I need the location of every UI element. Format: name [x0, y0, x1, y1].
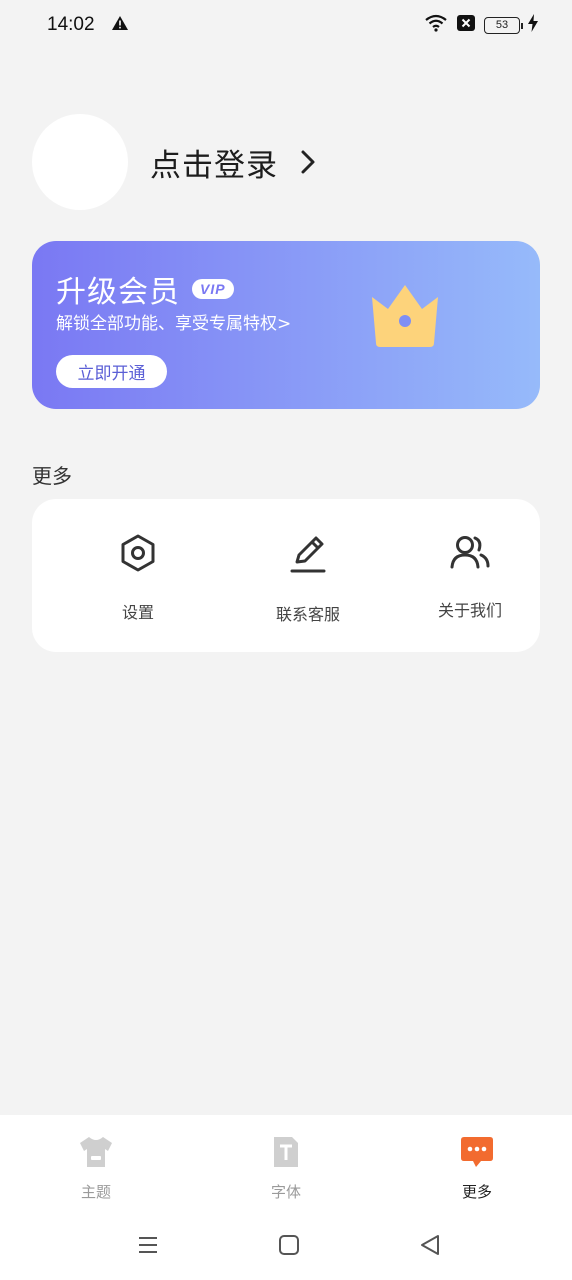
status-time: 14:02	[47, 14, 95, 35]
more-card: 设置 联系客服 关于我们	[32, 499, 540, 652]
crown-icon	[368, 279, 442, 353]
home-icon[interactable]	[277, 1233, 301, 1261]
shirt-icon	[78, 1135, 114, 1173]
charging-icon	[528, 14, 538, 36]
notification-close-icon	[456, 14, 476, 36]
about-us-item[interactable]: 关于我们	[410, 533, 530, 621]
menu-icon[interactable]	[136, 1233, 160, 1261]
status-bar: 14:02 53	[0, 0, 572, 50]
battery-icon: 53	[484, 16, 523, 34]
avatar[interactable]	[32, 114, 128, 210]
vip-banner[interactable]: 升级会员 VIP 解锁全部功能、享受专属特权> 立即开通	[32, 241, 540, 409]
bottom-nav: 主题 字体 更多	[0, 1115, 572, 1213]
chat-more-icon	[459, 1135, 495, 1173]
tab-font[interactable]: 字体	[246, 1135, 326, 1202]
login-label[interactable]: 点击登录	[150, 140, 278, 185]
font-icon	[271, 1135, 301, 1173]
wifi-icon	[424, 14, 448, 36]
vip-badge: VIP	[192, 279, 234, 299]
system-nav-bar	[0, 1213, 572, 1280]
chevron-right-icon[interactable]	[300, 149, 316, 175]
settings-label: 设置	[121, 603, 154, 622]
section-title-more: 更多	[32, 464, 72, 488]
settings-item[interactable]: 设置	[78, 533, 198, 623]
vip-title: 升级会员	[56, 275, 180, 310]
tab-theme[interactable]: 主题	[56, 1135, 136, 1202]
contact-support-item[interactable]: 联系客服	[248, 533, 368, 625]
vip-subtitle[interactable]: 解锁全部功能、享受专属特权>	[56, 309, 291, 334]
tab-theme-label: 主题	[80, 1183, 111, 1201]
profile-header[interactable]: 点击登录	[32, 114, 316, 210]
back-icon[interactable]	[418, 1233, 442, 1261]
warning-icon	[111, 15, 129, 35]
contact-support-label: 联系客服	[275, 605, 340, 624]
tab-font-label: 字体	[270, 1183, 301, 1201]
users-icon	[450, 533, 490, 575]
edit-icon	[288, 533, 328, 579]
activate-now-button[interactable]: 立即开通	[56, 355, 167, 388]
settings-icon	[119, 533, 157, 577]
tab-more-label: 更多	[461, 1183, 492, 1201]
about-us-label: 关于我们	[437, 601, 502, 620]
tab-more[interactable]: 更多	[437, 1135, 517, 1202]
